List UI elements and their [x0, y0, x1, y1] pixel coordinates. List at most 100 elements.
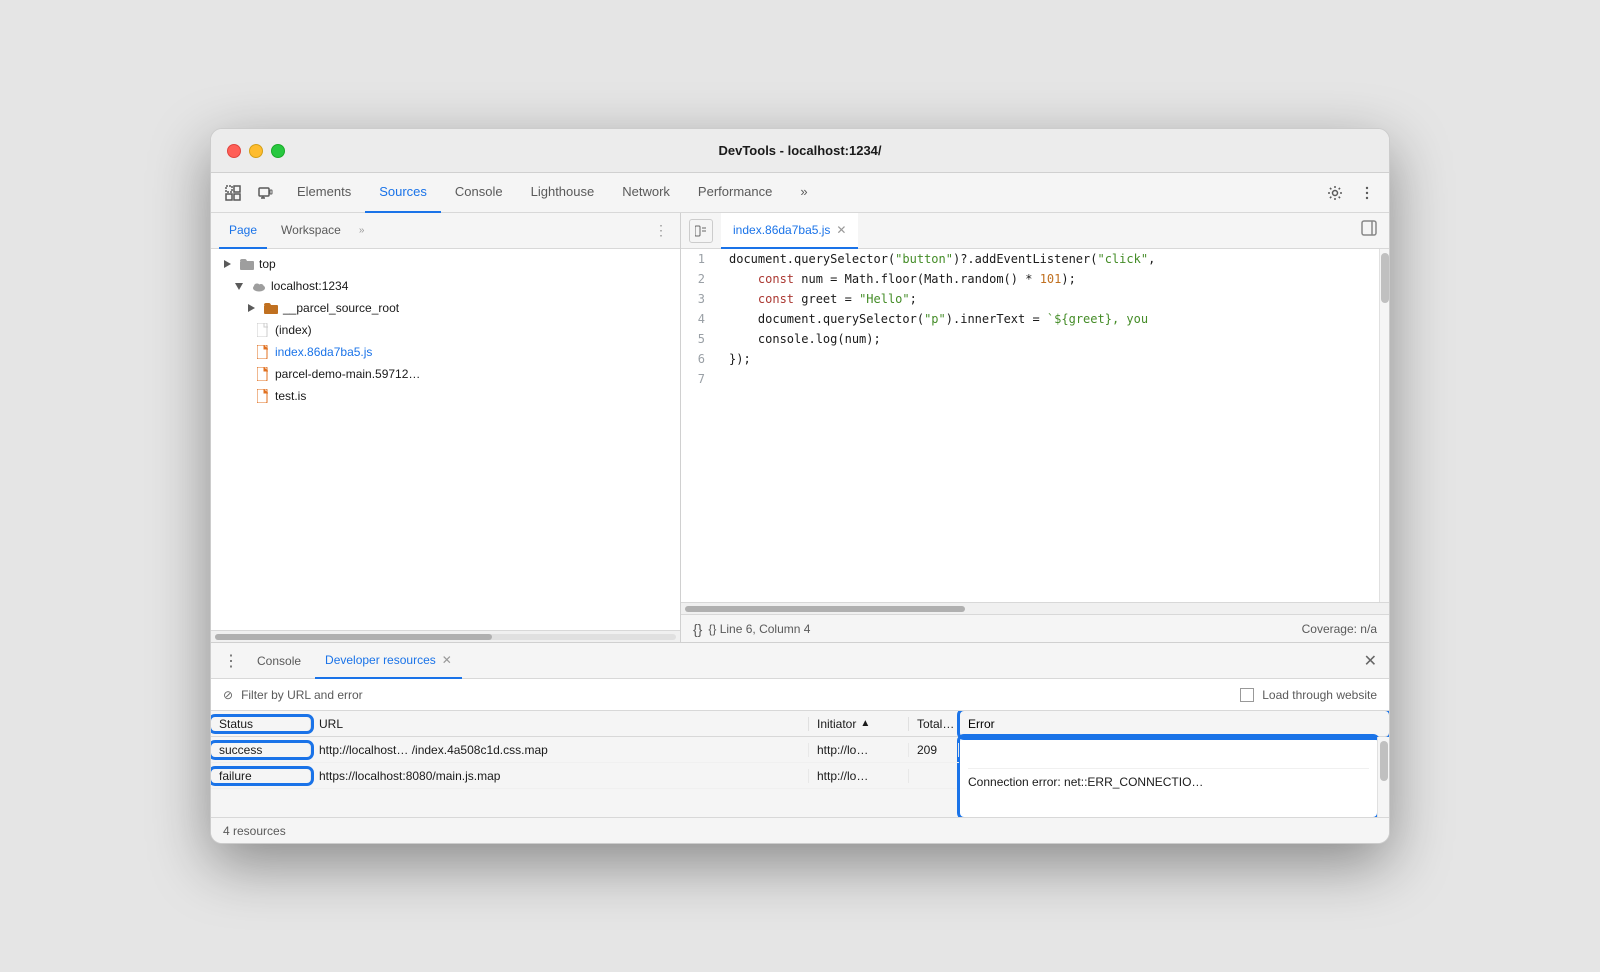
close-button[interactable] [227, 144, 241, 158]
table-header: Status URL Initiator ▲ Total… [211, 711, 959, 737]
bottom-tab-more-icon[interactable]: ⋮ [219, 649, 243, 673]
sort-arrow-icon: ▲ [860, 718, 870, 729]
filter-label: Filter by URL and error [241, 688, 363, 702]
triangle-right-icon [243, 300, 259, 316]
cell-url-2: https://localhost:8080/main.js.map [311, 769, 809, 783]
file-orange-icon [255, 344, 271, 360]
title-bar: DevTools - localhost:1234/ [211, 129, 1389, 173]
scrollbar-track [215, 634, 676, 640]
resources-area: Status URL Initiator ▲ Total… [211, 711, 1389, 817]
code-table: 1 document.querySelector("button")?.addE… [681, 249, 1163, 389]
tree-item-test[interactable]: test.is [211, 385, 680, 407]
tabs-more-icon[interactable]: » [355, 225, 369, 236]
editor-tab-bar: index.86da7ba5.js ✕ [681, 213, 1389, 249]
collapse-panel-icon[interactable] [1357, 220, 1381, 241]
code-scroll[interactable]: 1 document.querySelector("button")?.addE… [681, 249, 1379, 602]
tree-item-parcel-main[interactable]: parcel-demo-main.59712… [211, 363, 680, 385]
tab-network[interactable]: Network [608, 173, 684, 213]
main-toolbar: Elements Sources Console Lighthouse Netw… [211, 173, 1389, 213]
tree-item-top[interactable]: top [211, 253, 680, 275]
scroll-thumb [1381, 253, 1389, 303]
cell-status-1: success [211, 743, 311, 757]
resources-table: Status URL Initiator ▲ Total… [211, 711, 959, 817]
code-line-5: 5 console.log(num); [681, 329, 1163, 349]
tree-item-index[interactable]: (index) [211, 319, 680, 341]
file-white-icon [255, 322, 271, 338]
maximize-button[interactable] [271, 144, 285, 158]
status-footer: 4 resources [211, 817, 1389, 843]
load-through-website-checkbox[interactable] [1240, 688, 1254, 702]
sidebar-toggle-icon[interactable] [689, 219, 713, 243]
error-row-2: Connection error: net::ERR_CONNECTIO… [968, 769, 1369, 795]
bottom-panel: ⋮ Console Developer resources ✕ ✕ ⊘ Filt… [211, 643, 1389, 843]
cell-url-1: http://localhost… /index.4a508c1d.css.ma… [311, 743, 809, 757]
cell-status-2: failure [211, 769, 311, 783]
col-header-status: Status [211, 717, 311, 731]
tab-performance[interactable]: Performance [684, 173, 786, 213]
tree-item-index-js[interactable]: index.86da7ba5.js [211, 341, 680, 363]
tree-item-localhost[interactable]: localhost:1234 [211, 275, 680, 297]
folder-orange-icon [263, 300, 279, 316]
window-title: DevTools - localhost:1234/ [718, 143, 881, 158]
file-tree: top localhost:1234 [211, 249, 680, 630]
horizontal-scrollbar[interactable] [681, 602, 1389, 614]
file-orange3-icon [255, 388, 271, 404]
cell-total-1: 209 [909, 743, 959, 757]
left-tabs: Page Workspace » ⋮ [211, 213, 680, 249]
code-editor-panel: index.86da7ba5.js ✕ 1 document.querySele… [681, 213, 1389, 642]
code-line-6: 6 }); [681, 349, 1163, 369]
tab-elements[interactable]: Elements [283, 173, 365, 213]
curly-braces-icon: {} [693, 621, 702, 637]
code-line-4: 4 document.querySelector("p").innerText … [681, 309, 1163, 329]
settings-icon[interactable] [1321, 179, 1349, 207]
code-line-3: 3 const greet = "Hello"; [681, 289, 1163, 309]
triangle-down-icon [231, 278, 247, 294]
left-scrollbar[interactable] [211, 630, 680, 642]
editor-status-bar: {} {} Line 6, Column 4 Coverage: n/a [681, 614, 1389, 642]
load-through-website-label: Load through website [1262, 688, 1377, 702]
tab-workspace[interactable]: Workspace [271, 213, 351, 249]
error-scrollbar[interactable] [1377, 737, 1389, 817]
minimize-button[interactable] [249, 144, 263, 158]
editor-tab-close-icon[interactable]: ✕ [836, 223, 846, 237]
tab-sources[interactable]: Sources [365, 173, 441, 213]
tab-lighthouse[interactable]: Lighthouse [517, 173, 609, 213]
tab-console[interactable]: Console [441, 173, 517, 213]
toolbar-right [1321, 179, 1381, 207]
error-panel: Error Connection error: net::ERR_CONNECT… [959, 711, 1389, 817]
traffic-lights [227, 144, 285, 158]
more-options-icon[interactable] [1353, 179, 1381, 207]
folder-icon [239, 256, 255, 272]
error-content: Connection error: net::ERR_CONNECTIO… [960, 737, 1377, 817]
editor-tab-file[interactable]: index.86da7ba5.js ✕ [721, 213, 858, 249]
filter-right: Load through website [1240, 688, 1377, 702]
tree-item-parcel-root[interactable]: __parcel_source_root [211, 297, 680, 319]
main-tab-nav: Elements Sources Console Lighthouse Netw… [283, 173, 1317, 213]
error-header: Error [960, 711, 1389, 737]
tab-page[interactable]: Page [219, 213, 267, 249]
bottom-panel-close-icon[interactable]: ✕ [1360, 651, 1381, 671]
table-row[interactable]: success http://localhost… /index.4a508c1… [211, 737, 959, 763]
inspect-icon[interactable] [219, 179, 247, 207]
left-panel-more-icon[interactable]: ⋮ [650, 222, 672, 239]
developer-resources-close-icon[interactable]: ✕ [442, 653, 452, 667]
error-row-1 [968, 743, 1369, 769]
table-row[interactable]: failure https://localhost:8080/main.js.m… [211, 763, 959, 789]
col-header-initiator: Initiator ▲ [809, 717, 909, 731]
triangle-icon [219, 256, 235, 272]
editor-tab-label: index.86da7ba5.js [733, 223, 830, 237]
tab-more[interactable]: » [786, 173, 821, 213]
cloud-icon [251, 278, 267, 294]
scrollbar-thumb [215, 634, 492, 640]
resource-count: 4 resources [223, 824, 286, 838]
tab-developer-resources[interactable]: Developer resources ✕ [315, 643, 462, 679]
device-icon[interactable] [251, 179, 279, 207]
coverage-info: Coverage: n/a [1302, 622, 1377, 636]
error-scroll-thumb [1380, 741, 1388, 781]
code-line-7: 7 [681, 369, 1163, 389]
h-scroll-thumb [685, 606, 965, 612]
right-scrollbar[interactable] [1379, 249, 1389, 602]
devtools-window: DevTools - localhost:1234/ Elements [210, 128, 1390, 844]
tab-console-bottom[interactable]: Console [247, 643, 311, 679]
cell-initiator-2: http://lo… [809, 769, 909, 783]
